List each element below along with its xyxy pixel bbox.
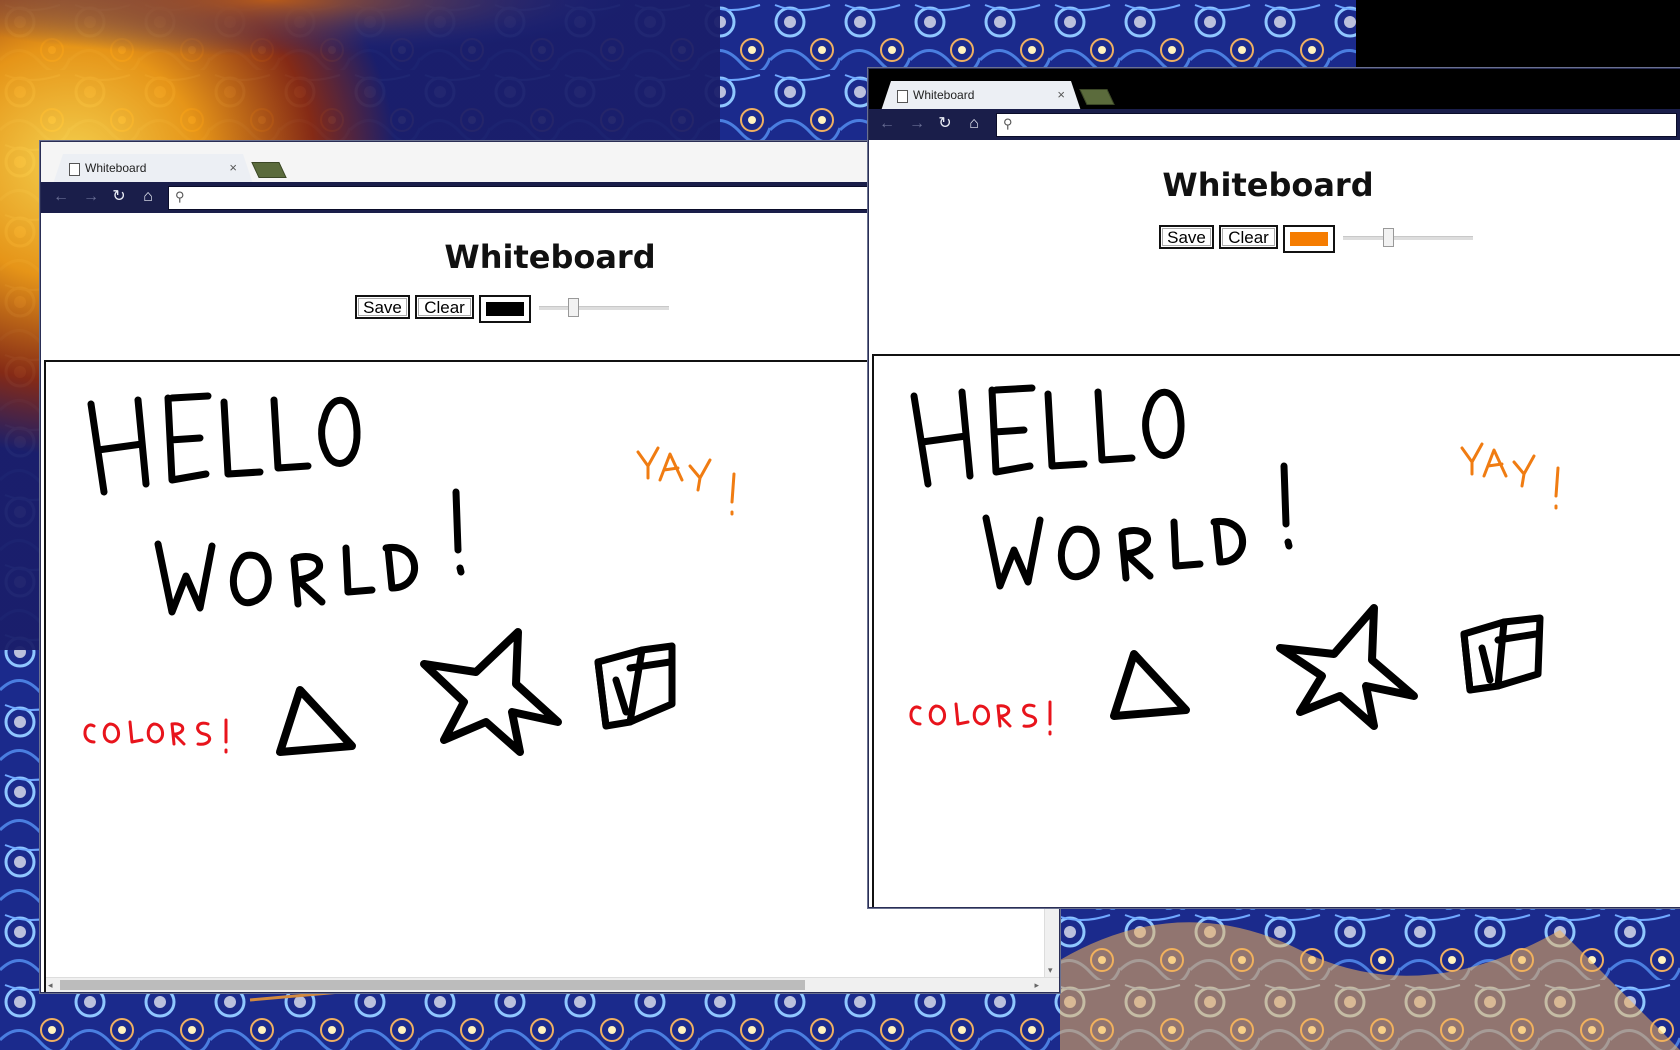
drawn-star [420,628,562,756]
drawn-triangle [276,686,356,756]
drawn-star [1276,604,1418,730]
handwriting-world [982,462,1293,590]
tab-close-icon[interactable]: × [229,160,237,175]
pen-size-slider[interactable] [1343,228,1473,247]
slider-thumb[interactable] [567,298,579,317]
color-picker[interactable] [1283,225,1335,253]
scroll-left-icon[interactable]: ◂ [48,978,53,992]
color-swatch [486,302,524,316]
reload-icon[interactable]: ↻ [109,188,129,206]
browser-window-right: Whiteboard × ← → ↻ ⌂ ⚲ Whiteboard Save C… [868,68,1680,908]
reload-icon[interactable]: ↻ [935,115,955,133]
drawn-triangle [1110,650,1190,720]
search-icon: ⚲ [175,189,185,204]
address-bar[interactable]: ⚲ [996,113,1677,137]
page-icon [69,163,80,176]
scroll-down-icon[interactable]: ▾ [1048,965,1053,976]
scrollbar-thumb[interactable] [60,980,805,990]
back-icon[interactable]: ← [51,188,71,206]
forward-icon[interactable]: → [907,115,927,133]
slider-thumb[interactable] [1383,228,1395,247]
scroll-right-icon[interactable]: ▸ [1034,978,1039,992]
desktop-dark-region [1356,0,1680,68]
clear-button[interactable]: Clear [1219,225,1278,249]
whiteboard-controls: Save Clear [1159,225,1473,255]
horizontal-scrollbar[interactable]: ◂ ▸ [46,977,1059,992]
browser-tab[interactable]: Whiteboard × [53,154,253,184]
page-title: Whiteboard [1162,166,1374,204]
back-icon[interactable]: ← [877,115,897,133]
whiteboard-controls: Save Clear [355,295,669,325]
drawn-cube [1460,614,1544,694]
search-icon: ⚲ [1003,116,1013,131]
drawing-canvas[interactable]: ◂ [872,354,1680,907]
handwriting-colors [909,700,1052,736]
forward-icon[interactable]: → [81,188,101,206]
new-tab-button[interactable] [251,162,287,178]
color-picker[interactable] [479,295,531,323]
browser-toolbar: ← → ↻ ⌂ ⚲ [869,109,1680,140]
handwriting-hello [910,384,1185,488]
save-button[interactable]: Save [355,295,410,319]
window-titlebar[interactable]: Whiteboard × [869,69,1680,109]
handwriting-hello [87,392,361,496]
browser-tab[interactable]: Whiteboard × [881,81,1081,111]
home-icon[interactable]: ⌂ [138,188,158,206]
save-button[interactable]: Save [1159,225,1214,249]
handwriting-yay [1460,442,1560,510]
color-swatch [1290,232,1328,246]
tab-title: Whiteboard [913,88,975,102]
pen-size-slider[interactable] [539,298,669,317]
clear-button[interactable]: Clear [415,295,474,319]
tab-close-icon[interactable]: × [1057,87,1065,102]
page-icon [897,90,908,103]
drawn-cube [594,642,676,730]
page-content: Whiteboard Save Clear [869,140,1680,907]
handwriting-world [154,488,465,616]
new-tab-button[interactable] [1079,89,1115,105]
drawing-strokes [909,384,1560,736]
tab-title: Whiteboard [85,161,147,175]
handwriting-yay [636,446,736,516]
handwriting-colors [83,718,228,754]
home-icon[interactable]: ⌂ [964,115,984,133]
